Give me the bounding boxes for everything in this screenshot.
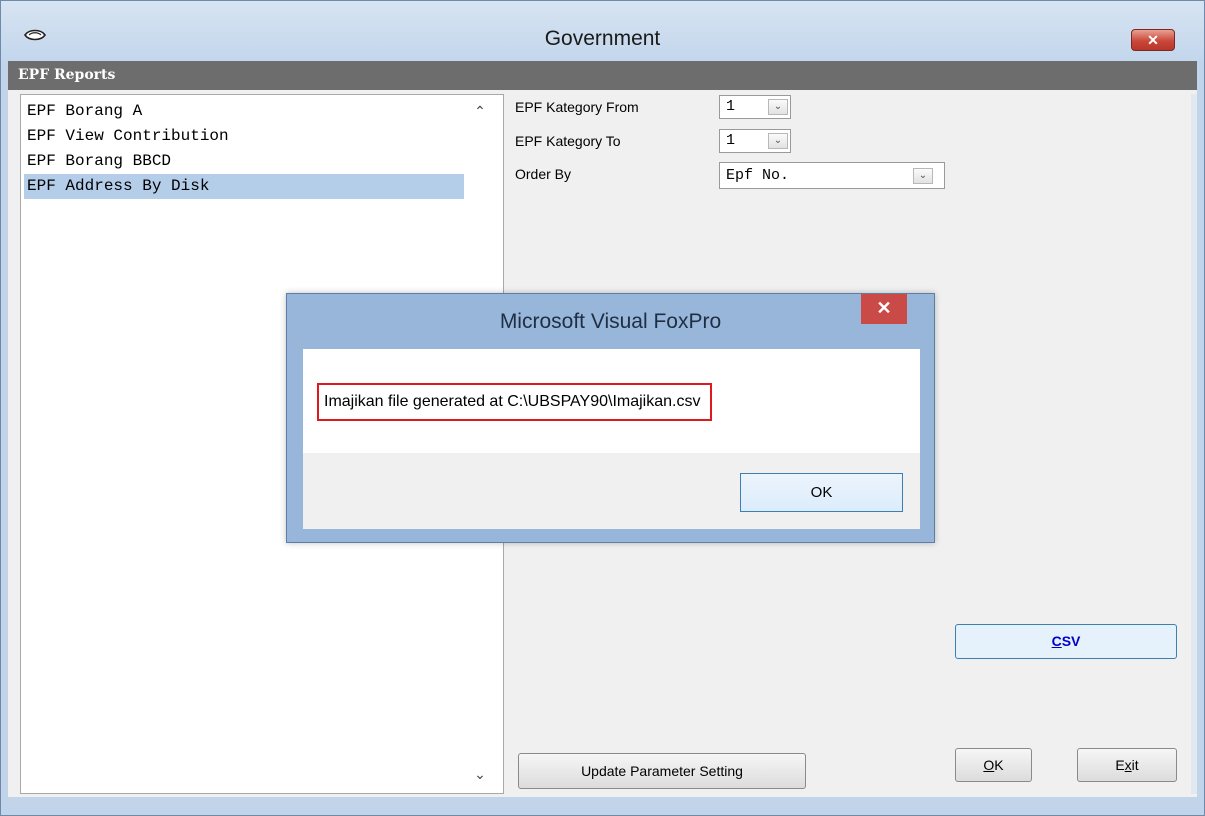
ok-label: K xyxy=(994,757,1004,773)
list-item-epf-borang-bbcd[interactable]: EPF Borang BBCD xyxy=(24,149,464,174)
dialog-body: Imajikan file generated at C:\UBSPAY90\I… xyxy=(303,349,920,529)
category-to-label: EPF Kategory To xyxy=(515,133,621,149)
exit-button[interactable]: Exit xyxy=(1077,748,1177,782)
list-item-epf-borang-a[interactable]: EPF Borang A xyxy=(24,99,464,124)
chevron-down-icon[interactable]: ⌄ xyxy=(768,133,788,149)
ok-hotkey: O xyxy=(983,757,995,773)
dialog-close-button[interactable]: ✕ xyxy=(861,294,907,324)
dialog-title: Microsoft Visual FoxPro xyxy=(499,310,722,333)
close-icon: ✕ xyxy=(1147,32,1159,48)
scroll-up-button[interactable]: ⌃ xyxy=(469,103,491,123)
category-to-combo[interactable]: 1 ⌄ xyxy=(719,129,791,153)
exit-label-rest: it xyxy=(1131,757,1139,773)
order-by-value: Epf No. xyxy=(726,167,790,184)
chevron-down-icon[interactable]: ⌄ xyxy=(768,99,788,115)
title-bar[interactable]: Government ✕ xyxy=(1,1,1204,61)
ok-button[interactable]: OK xyxy=(955,748,1032,782)
order-by-label: Order By xyxy=(515,166,572,182)
foxpro-message-dialog: Microsoft Visual FoxPro ✕ Imajikan file … xyxy=(286,293,935,543)
exit-label-start: E xyxy=(1115,757,1125,773)
section-header: EPF Reports xyxy=(8,61,1197,90)
list-item-epf-view-contribution[interactable]: EPF View Contribution xyxy=(24,124,464,149)
list-item-epf-address-by-disk[interactable]: EPF Address By Disk xyxy=(24,174,464,199)
close-icon: ✕ xyxy=(876,298,892,318)
category-from-combo[interactable]: 1 ⌄ xyxy=(719,95,791,119)
category-to-value: 1 xyxy=(726,132,736,149)
right-scroll-strip xyxy=(1191,94,1197,794)
order-by-combo[interactable]: Epf No. ⌄ xyxy=(719,162,945,189)
chevron-down-icon[interactable]: ⌄ xyxy=(913,168,933,184)
window-close-button[interactable]: ✕ xyxy=(1131,29,1175,51)
csv-button[interactable]: CSV xyxy=(955,624,1177,659)
scroll-down-button[interactable]: ⌄ xyxy=(469,766,491,786)
category-from-label: EPF Kategory From xyxy=(515,99,639,115)
csv-hotkey: C xyxy=(1051,633,1062,649)
csv-label: SV xyxy=(1061,633,1081,649)
dialog-message: Imajikan file generated at C:\UBSPAY90\I… xyxy=(317,383,713,421)
category-from-value: 1 xyxy=(726,98,736,115)
window-title: Government xyxy=(544,27,661,50)
dialog-ok-button[interactable]: OK xyxy=(740,473,903,512)
update-parameter-button[interactable]: Update Parameter Setting xyxy=(518,753,806,789)
exit-hotkey: x xyxy=(1124,757,1132,773)
